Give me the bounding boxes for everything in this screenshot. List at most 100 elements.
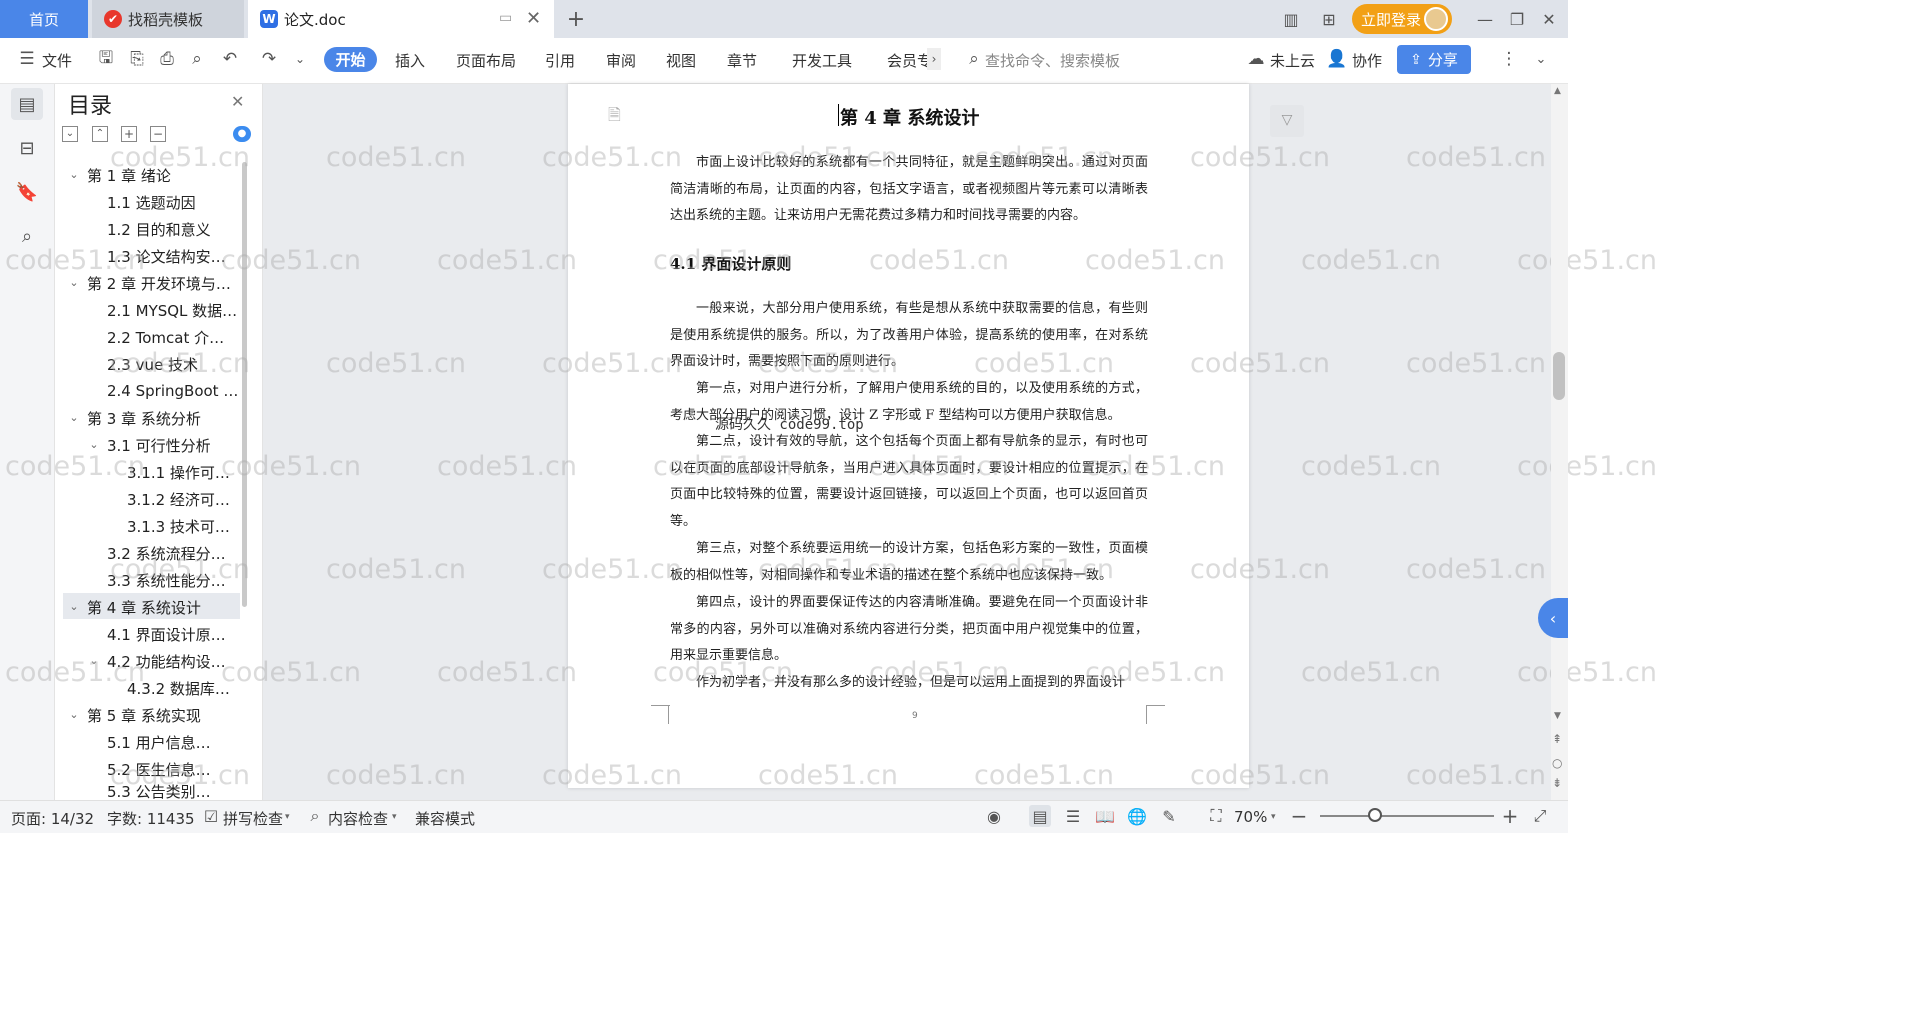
print-icon[interactable]: ⎙ <box>156 48 178 70</box>
tab-document[interactable]: W 论文.doc ▭ ✕ <box>248 0 554 38</box>
fit-page-icon[interactable]: ⛶ <box>1205 805 1227 827</box>
page-view-icon[interactable]: ▤ <box>1029 805 1051 827</box>
toc-item[interactable]: 3.3 系统性能分… <box>107 567 240 593</box>
web-layout-icon[interactable]: 🌐 <box>1126 805 1148 827</box>
ribbon-tab-insert[interactable]: 插入 <box>395 50 425 71</box>
toc-expand-chevron-icon[interactable]: ⌄ <box>68 600 80 613</box>
toc-expand-chevron-icon[interactable]: ⌄ <box>88 654 100 667</box>
remove-heading-icon[interactable]: − <box>150 126 166 142</box>
ribbon-tab-references[interactable]: 引用 <box>545 50 575 71</box>
ribbon-tab-page-layout[interactable]: 页面布局 <box>456 50 516 71</box>
toc-item[interactable]: 5.1 用户信息… <box>107 729 240 755</box>
toc-item[interactable]: 5.3 公告类别… <box>107 783 240 800</box>
login-button[interactable]: 立即登录 <box>1352 4 1452 34</box>
toc-item[interactable]: 1.3 论文结构安… <box>107 243 240 269</box>
page-indicator[interactable]: 页面: 14/32 <box>11 808 94 829</box>
toc-item[interactable]: 第 5 章 系统实现 <box>87 702 240 728</box>
prev-page-icon[interactable]: ⇞ <box>1552 732 1562 746</box>
window-icon[interactable]: ▭ <box>499 10 512 26</box>
word-count[interactable]: 字数: 11435 <box>107 808 195 829</box>
toc-item[interactable]: 第 2 章 开发环境与… <box>87 270 240 296</box>
close-toc-icon[interactable]: ✕ <box>231 92 244 111</box>
share-button[interactable]: ⇪ 分享 <box>1397 45 1471 74</box>
collapse-ribbon-icon[interactable]: ⌄ <box>1530 48 1552 70</box>
more-vertical-icon[interactable]: ⋮ <box>1498 48 1520 70</box>
expand-all-icon[interactable]: ⌄ <box>62 126 78 142</box>
toc-item[interactable]: 2.2 Tomcat 介… <box>107 324 240 350</box>
select-browse-icon[interactable]: ○ <box>1552 756 1562 770</box>
vertical-scroll-thumb[interactable] <box>1553 352 1565 400</box>
toc-item[interactable]: 4.1 界面设计原… <box>107 621 240 647</box>
toc-item[interactable]: 2.1 MYSQL 数据… <box>107 297 240 323</box>
toc-scrollbar[interactable] <box>242 162 247 607</box>
content-check-button[interactable]: 内容检查 <box>328 808 388 829</box>
spell-check-button[interactable]: 拼写检查 <box>223 808 283 829</box>
bookmark-icon[interactable]: 🔖 <box>11 176 43 208</box>
collapse-all-icon[interactable]: ⌃ <box>92 126 108 142</box>
toc-expand-chevron-icon[interactable]: ⌄ <box>68 168 80 181</box>
more-dropdown-icon[interactable]: ⌄ <box>289 48 311 70</box>
close-window-icon[interactable]: ✕ <box>1537 7 1561 31</box>
command-search-input[interactable]: 查找命令、搜索模板 <box>985 50 1120 71</box>
cloud-sync-button[interactable]: 未上云 <box>1270 50 1315 71</box>
page-layout-icon[interactable]: 🗎 <box>608 104 621 131</box>
toc-item[interactable]: 第 1 章 绪论 <box>87 162 240 188</box>
spell-dropdown-icon[interactable]: ▾ <box>285 812 290 822</box>
toc-item[interactable]: 3.1 可行性分析 <box>107 432 240 458</box>
restore-icon[interactable]: ❐ <box>1505 7 1529 31</box>
toc-item[interactable]: 3.1.1 操作可… <box>127 459 240 485</box>
toc-item[interactable]: 第 4 章 系统设计 <box>87 594 240 620</box>
zoom-in-icon[interactable]: + <box>1499 804 1521 828</box>
save-icon[interactable]: 🖫 <box>95 48 117 70</box>
eye-protection-icon[interactable]: ◉ <box>983 805 1005 827</box>
add-heading-icon[interactable]: + <box>121 126 137 142</box>
zoom-level[interactable]: 70% <box>1234 808 1267 826</box>
zoom-out-icon[interactable]: − <box>1288 804 1310 828</box>
vertical-scrollbar[interactable] <box>1551 84 1568 800</box>
toc-item[interactable]: 1.2 目的和意义 <box>107 216 240 242</box>
zoom-slider-track[interactable] <box>1320 815 1494 817</box>
ribbon-tab-view[interactable]: 视图 <box>666 50 696 71</box>
zoom-slider-handle[interactable] <box>1368 808 1382 822</box>
toc-item[interactable]: 4.2 功能结构设… <box>107 648 240 674</box>
ribbon-more-icon[interactable]: › <box>927 48 941 70</box>
toc-item[interactable]: 3.1.3 技术可… <box>127 513 240 539</box>
write-mode-icon[interactable]: ✎ <box>1158 805 1180 827</box>
new-tab-icon[interactable]: + <box>564 7 588 32</box>
ribbon-tab-developer[interactable]: 开发工具 <box>792 50 852 71</box>
outline-view-icon[interactable]: ☰ <box>1062 805 1084 827</box>
toc-item[interactable]: 3.2 系统流程分… <box>107 540 240 566</box>
toc-item[interactable]: 2.3 vue 技术 <box>107 351 240 377</box>
ribbon-tab-start[interactable]: 开始 <box>324 47 377 72</box>
smart-toc-icon[interactable]: ● <box>233 126 251 142</box>
redo-icon[interactable]: ↷ <box>258 48 280 70</box>
collaborate-button[interactable]: 协作 <box>1352 50 1382 71</box>
toc-item[interactable]: 第 3 章 系统分析 <box>87 405 240 431</box>
nav-pane-icon[interactable]: ⊟ <box>11 132 43 164</box>
tab-home[interactable]: 首页 <box>0 0 88 38</box>
scroll-down-icon[interactable]: ▼ <box>1554 711 1561 721</box>
toc-item[interactable]: 3.1.2 经济可… <box>127 486 240 512</box>
export-icon[interactable]: ⎘ <box>126 48 148 70</box>
toc-expand-chevron-icon[interactable]: ⌄ <box>68 708 80 721</box>
toc-panel-icon[interactable]: ▤ <box>11 88 43 120</box>
minimize-icon[interactable]: — <box>1473 7 1497 31</box>
menu-icon[interactable]: ☰ <box>16 48 38 70</box>
find-icon[interactable]: ⌕ <box>11 220 43 252</box>
toc-item[interactable]: 5.2 医生信息… <box>107 756 240 782</box>
read-mode-icon[interactable]: 📖 <box>1094 805 1116 827</box>
fullscreen-icon[interactable]: ⤢ <box>1529 805 1551 827</box>
tab-daoke-templates[interactable]: ✔ 找稻壳模板 <box>92 0 244 38</box>
toc-item[interactable]: 4.3.2 数据库… <box>127 675 240 701</box>
scroll-up-icon[interactable]: ▲ <box>1554 86 1561 96</box>
print-preview-icon[interactable]: ⌕ <box>186 48 208 70</box>
apps-grid-icon[interactable]: ⊞ <box>1317 7 1341 31</box>
toc-expand-chevron-icon[interactable]: ⌄ <box>88 438 100 451</box>
zoom-dropdown-icon[interactable]: ▾ <box>1271 812 1276 822</box>
toc-item[interactable]: 2.4 SpringBoot … <box>107 378 240 404</box>
ribbon-tab-review[interactable]: 审阅 <box>606 50 636 71</box>
toc-item[interactable]: 1.1 选题动因 <box>107 189 240 215</box>
undo-icon[interactable]: ↶ <box>219 48 241 70</box>
close-tab-icon[interactable]: ✕ <box>526 8 541 29</box>
next-page-icon[interactable]: ⇟ <box>1552 776 1562 790</box>
